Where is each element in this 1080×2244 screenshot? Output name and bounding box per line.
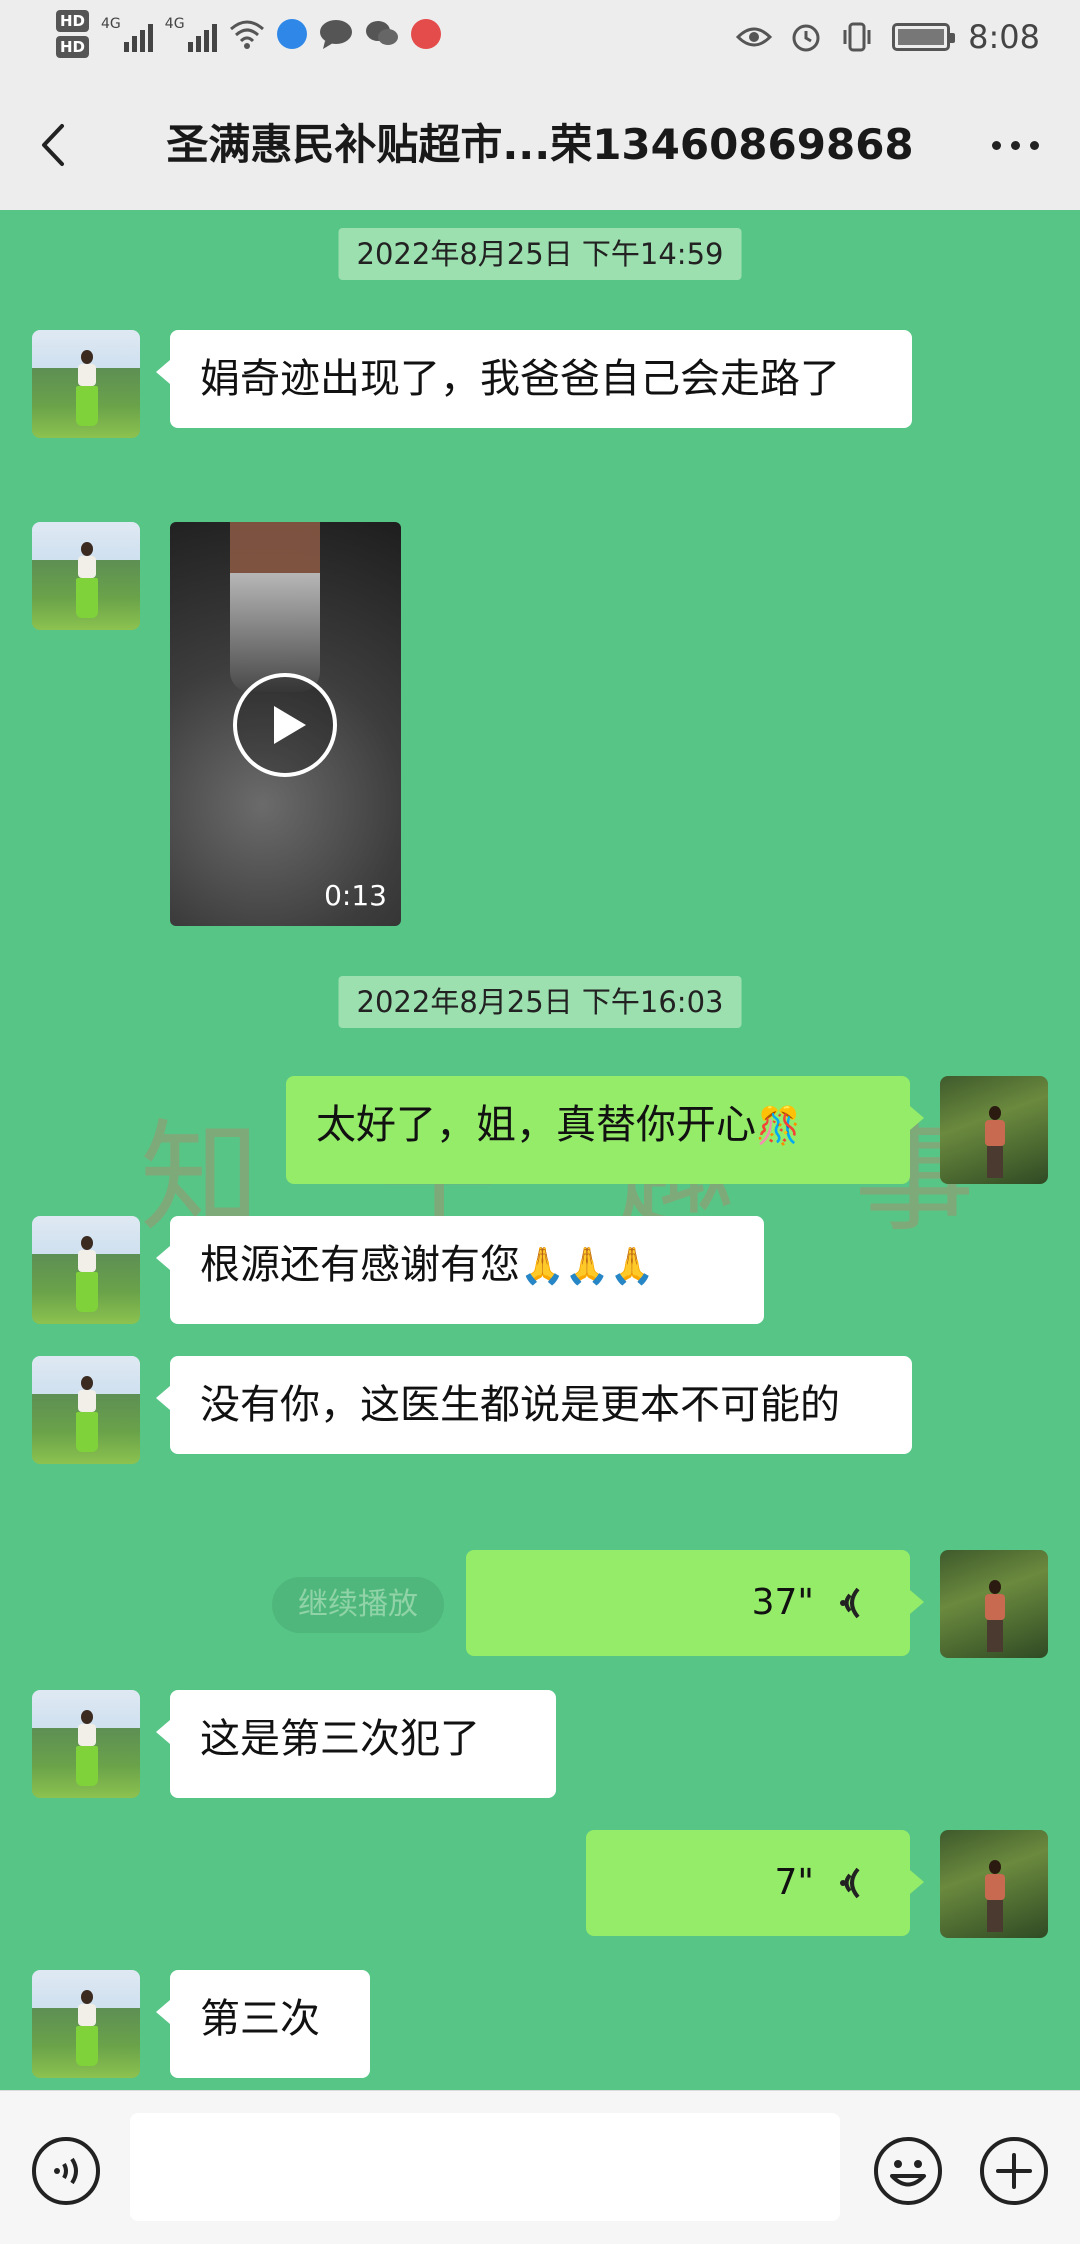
voice-wave-icon (840, 1867, 860, 1899)
eye-icon (736, 27, 773, 47)
my-avatar[interactable] (940, 1830, 1048, 1938)
vibrate-icon (843, 22, 871, 52)
hd-indicators: HD HD (56, 10, 90, 58)
contact-avatar[interactable] (32, 522, 140, 630)
voice-duration: 37" (751, 1582, 814, 1623)
confetti-emoji: 🎊 (756, 1106, 801, 1147)
network-type-2: 4G (164, 16, 185, 32)
wechat-icon (365, 21, 398, 45)
signal-2-icon: 4G (165, 16, 217, 52)
timestamp-2: 2022年8月25日 下午16:03 (338, 976, 742, 1028)
more-dots-icon[interactable] (980, 120, 1050, 170)
clock: 8:08 (968, 18, 1040, 56)
smiley-icon[interactable] (872, 2135, 944, 2207)
outgoing-voice-message-2[interactable]: 7" (586, 1830, 924, 1936)
contact-avatar[interactable] (32, 1970, 140, 2078)
timestamp-1: 2022年8月25日 下午14:59 (338, 228, 742, 280)
battery-icon (892, 23, 956, 51)
broadcast-icon (410, 19, 441, 49)
hd-badge-2: HD (56, 36, 90, 58)
pray-emoji: 🙏🙏🙏 (520, 1246, 655, 1287)
my-avatar[interactable] (940, 1550, 1048, 1658)
video-message[interactable]: 0:13 (170, 522, 401, 926)
continue-playing-button[interactable]: 继续播放 (272, 1577, 444, 1633)
incoming-message-5[interactable]: 第三次 (156, 1970, 370, 2078)
status-left: HD HD 4G 4G (56, 10, 441, 58)
input-bar (0, 2090, 1080, 2244)
incoming-message-1[interactable]: 娟奇迹出现了，我爸爸自己会走路了 (156, 330, 912, 428)
status-bar: HD HD 4G 4G 8:08 (0, 0, 1080, 80)
outgoing-message-1[interactable]: 太好了，姐，真替你开心🎊 (286, 1076, 924, 1184)
network-type-1: 4G (101, 16, 121, 32)
chat-title: 圣满惠民补贴超市...荣13460869868 (166, 120, 914, 169)
chevron-left-icon[interactable] (30, 120, 80, 170)
contact-avatar[interactable] (32, 1356, 140, 1464)
status-right: 8:08 (736, 18, 1040, 56)
plus-circle-icon[interactable] (978, 2135, 1050, 2207)
incoming-message-4[interactable]: 这是第三次犯了 (156, 1690, 556, 1798)
my-avatar[interactable] (940, 1076, 1048, 1184)
outgoing-voice-message-1[interactable]: 37" (466, 1550, 924, 1656)
message-text: 根源还有感谢有您 (200, 1242, 520, 1288)
chat-header: 圣满惠民补贴超市...荣13460869868 (0, 80, 1080, 210)
hd-badge-1: HD (56, 10, 90, 32)
message-bubble-icon (319, 20, 352, 49)
incoming-message-2[interactable]: 根源还有感谢有您🙏🙏🙏 (156, 1216, 764, 1324)
video-duration: 0:13 (324, 879, 387, 912)
message-text: 太好了，姐，真替你开心 (316, 1102, 756, 1148)
video-thumbnail (230, 522, 320, 692)
contact-avatar[interactable] (32, 1690, 140, 1798)
voice-input-icon[interactable] (30, 2135, 102, 2207)
message-input[interactable] (130, 2113, 840, 2221)
wifi-icon (229, 20, 264, 49)
play-icon[interactable] (232, 672, 338, 778)
app-notification-icon (276, 19, 307, 49)
voice-duration: 7" (774, 1862, 814, 1903)
alarm-icon (792, 24, 820, 52)
incoming-message-3[interactable]: 没有你，这医生都说是更本不可能的 (156, 1356, 912, 1454)
contact-avatar[interactable] (32, 1216, 140, 1324)
voice-wave-icon (840, 1587, 860, 1619)
signal-1-icon: 4G (101, 16, 153, 52)
contact-avatar[interactable] (32, 330, 140, 438)
